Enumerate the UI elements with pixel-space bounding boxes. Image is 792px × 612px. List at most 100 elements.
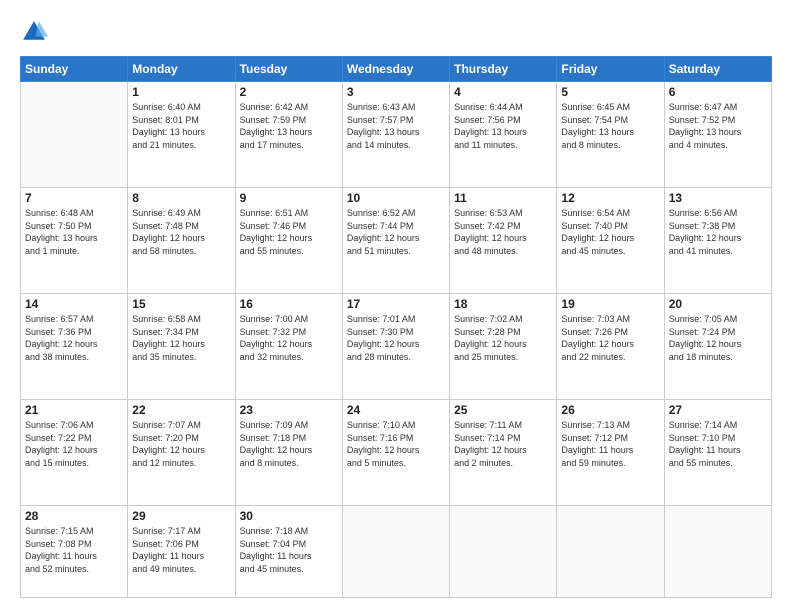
day-info: Sunrise: 7:10 AMSunset: 7:16 PMDaylight:…	[347, 419, 445, 469]
day-number: 30	[240, 509, 338, 523]
calendar-day-cell	[557, 506, 664, 598]
calendar-header-saturday: Saturday	[664, 57, 771, 82]
day-info: Sunrise: 7:09 AMSunset: 7:18 PMDaylight:…	[240, 419, 338, 469]
day-info: Sunrise: 7:18 AMSunset: 7:04 PMDaylight:…	[240, 525, 338, 575]
day-number: 4	[454, 85, 552, 99]
calendar-day-cell: 28 Sunrise: 7:15 AMSunset: 7:08 PMDayligh…	[21, 506, 128, 598]
day-number: 21	[25, 403, 123, 417]
calendar-day-cell: 19 Sunrise: 7:03 AMSunset: 7:26 PMDayligh…	[557, 294, 664, 400]
day-number: 6	[669, 85, 767, 99]
day-number: 3	[347, 85, 445, 99]
calendar-day-cell: 7Sunrise: 6:48 AMSunset: 7:50 PMDaylight…	[21, 188, 128, 294]
calendar-day-cell: 24 Sunrise: 7:10 AMSunset: 7:16 PMDayligh…	[342, 400, 449, 506]
day-info: Sunrise: 7:03 AMSunset: 7:26 PMDaylight:…	[561, 313, 659, 363]
calendar-header-thursday: Thursday	[450, 57, 557, 82]
day-number: 13	[669, 191, 767, 205]
day-info: Sunrise: 6:40 AMSunset: 8:01 PMDaylight:…	[132, 101, 230, 151]
day-number: 15	[132, 297, 230, 311]
day-number: 24	[347, 403, 445, 417]
calendar-day-cell: 22Sunrise: 7:07 AMSunset: 7:20 PMDayligh…	[128, 400, 235, 506]
calendar-day-cell: 6 Sunrise: 6:47 AMSunset: 7:52 PMDaylight…	[664, 82, 771, 188]
calendar-day-cell: 25Sunrise: 7:11 AMSunset: 7:14 PMDayligh…	[450, 400, 557, 506]
calendar-week-row: 7Sunrise: 6:48 AMSunset: 7:50 PMDaylight…	[21, 188, 772, 294]
day-number: 2	[240, 85, 338, 99]
calendar-day-cell: 16 Sunrise: 7:00 AMSunset: 7:32 PMDayligh…	[235, 294, 342, 400]
day-info: Sunrise: 6:52 AMSunset: 7:44 PMDaylight:…	[347, 207, 445, 257]
day-info: Sunrise: 6:49 AMSunset: 7:48 PMDaylight:…	[132, 207, 230, 257]
day-number: 11	[454, 191, 552, 205]
calendar-week-row: 1 Sunrise: 6:40 AMSunset: 8:01 PMDaylight…	[21, 82, 772, 188]
calendar-day-cell	[342, 506, 449, 598]
calendar-day-cell: 2Sunrise: 6:42 AMSunset: 7:59 PMDaylight…	[235, 82, 342, 188]
calendar-day-cell: 9 Sunrise: 6:51 AMSunset: 7:46 PMDaylight…	[235, 188, 342, 294]
calendar-week-row: 14Sunrise: 6:57 AMSunset: 7:36 PMDayligh…	[21, 294, 772, 400]
day-info: Sunrise: 7:00 AMSunset: 7:32 PMDaylight:…	[240, 313, 338, 363]
calendar-day-cell: 8 Sunrise: 6:49 AMSunset: 7:48 PMDaylight…	[128, 188, 235, 294]
calendar-day-cell	[21, 82, 128, 188]
day-info: Sunrise: 6:57 AMSunset: 7:36 PMDaylight:…	[25, 313, 123, 363]
calendar-day-cell: 4 Sunrise: 6:44 AMSunset: 7:56 PMDaylight…	[450, 82, 557, 188]
calendar-day-cell: 10 Sunrise: 6:52 AMSunset: 7:44 PMDayligh…	[342, 188, 449, 294]
logo-icon	[20, 18, 48, 46]
day-number: 12	[561, 191, 659, 205]
day-number: 16	[240, 297, 338, 311]
day-info: Sunrise: 7:02 AMSunset: 7:28 PMDaylight:…	[454, 313, 552, 363]
calendar-day-cell	[664, 506, 771, 598]
calendar-day-cell: 1 Sunrise: 6:40 AMSunset: 8:01 PMDaylight…	[128, 82, 235, 188]
calendar-header-row: SundayMondayTuesdayWednesdayThursdayFrid…	[21, 57, 772, 82]
calendar-day-cell: 11 Sunrise: 6:53 AMSunset: 7:42 PMDayligh…	[450, 188, 557, 294]
day-info: Sunrise: 7:05 AMSunset: 7:24 PMDaylight:…	[669, 313, 767, 363]
day-info: Sunrise: 7:17 AMSunset: 7:06 PMDaylight:…	[132, 525, 230, 575]
day-number: 17	[347, 297, 445, 311]
day-number: 23	[240, 403, 338, 417]
day-info: Sunrise: 6:51 AMSunset: 7:46 PMDaylight:…	[240, 207, 338, 257]
page: SundayMondayTuesdayWednesdayThursdayFrid…	[0, 0, 792, 612]
day-number: 19	[561, 297, 659, 311]
day-info: Sunrise: 7:14 AMSunset: 7:10 PMDaylight:…	[669, 419, 767, 469]
day-info: Sunrise: 7:15 AMSunset: 7:08 PMDaylight:…	[25, 525, 123, 575]
day-number: 28	[25, 509, 123, 523]
day-info: Sunrise: 7:13 AMSunset: 7:12 PMDaylight:…	[561, 419, 659, 469]
calendar-header-monday: Monday	[128, 57, 235, 82]
calendar-day-cell: 3 Sunrise: 6:43 AMSunset: 7:57 PMDaylight…	[342, 82, 449, 188]
calendar-header-wednesday: Wednesday	[342, 57, 449, 82]
calendar-day-cell: 14Sunrise: 6:57 AMSunset: 7:36 PMDayligh…	[21, 294, 128, 400]
logo	[20, 18, 52, 46]
calendar-header-sunday: Sunday	[21, 57, 128, 82]
calendar-header-tuesday: Tuesday	[235, 57, 342, 82]
day-number: 26	[561, 403, 659, 417]
calendar-day-cell: 21Sunrise: 7:06 AMSunset: 7:22 PMDayligh…	[21, 400, 128, 506]
day-number: 18	[454, 297, 552, 311]
day-info: Sunrise: 6:47 AMSunset: 7:52 PMDaylight:…	[669, 101, 767, 151]
header	[20, 18, 772, 46]
calendar-table: SundayMondayTuesdayWednesdayThursdayFrid…	[20, 56, 772, 598]
calendar-day-cell: 12 Sunrise: 6:54 AMSunset: 7:40 PMDayligh…	[557, 188, 664, 294]
calendar-day-cell: 26 Sunrise: 7:13 AMSunset: 7:12 PMDayligh…	[557, 400, 664, 506]
day-number: 5	[561, 85, 659, 99]
day-info: Sunrise: 6:56 AMSunset: 7:38 PMDaylight:…	[669, 207, 767, 257]
calendar-day-cell	[450, 506, 557, 598]
calendar-day-cell: 13 Sunrise: 6:56 AMSunset: 7:38 PMDayligh…	[664, 188, 771, 294]
day-info: Sunrise: 6:53 AMSunset: 7:42 PMDaylight:…	[454, 207, 552, 257]
day-info: Sunrise: 6:54 AMSunset: 7:40 PMDaylight:…	[561, 207, 659, 257]
calendar-day-cell: 30 Sunrise: 7:18 AMSunset: 7:04 PMDayligh…	[235, 506, 342, 598]
calendar-day-cell: 15 Sunrise: 6:58 AMSunset: 7:34 PMDayligh…	[128, 294, 235, 400]
day-number: 8	[132, 191, 230, 205]
day-number: 1	[132, 85, 230, 99]
day-info: Sunrise: 6:58 AMSunset: 7:34 PMDaylight:…	[132, 313, 230, 363]
day-number: 10	[347, 191, 445, 205]
calendar-day-cell: 27Sunrise: 7:14 AMSunset: 7:10 PMDayligh…	[664, 400, 771, 506]
calendar-day-cell: 5 Sunrise: 6:45 AMSunset: 7:54 PMDaylight…	[557, 82, 664, 188]
calendar-day-cell: 23 Sunrise: 7:09 AMSunset: 7:18 PMDayligh…	[235, 400, 342, 506]
day-info: Sunrise: 6:44 AMSunset: 7:56 PMDaylight:…	[454, 101, 552, 151]
calendar-day-cell: 29Sunrise: 7:17 AMSunset: 7:06 PMDayligh…	[128, 506, 235, 598]
day-info: Sunrise: 6:43 AMSunset: 7:57 PMDaylight:…	[347, 101, 445, 151]
day-number: 22	[132, 403, 230, 417]
day-info: Sunrise: 7:11 AMSunset: 7:14 PMDaylight:…	[454, 419, 552, 469]
calendar-header-friday: Friday	[557, 57, 664, 82]
day-number: 9	[240, 191, 338, 205]
calendar-week-row: 21Sunrise: 7:06 AMSunset: 7:22 PMDayligh…	[21, 400, 772, 506]
calendar-week-row: 28 Sunrise: 7:15 AMSunset: 7:08 PMDayligh…	[21, 506, 772, 598]
day-number: 20	[669, 297, 767, 311]
day-info: Sunrise: 6:45 AMSunset: 7:54 PMDaylight:…	[561, 101, 659, 151]
